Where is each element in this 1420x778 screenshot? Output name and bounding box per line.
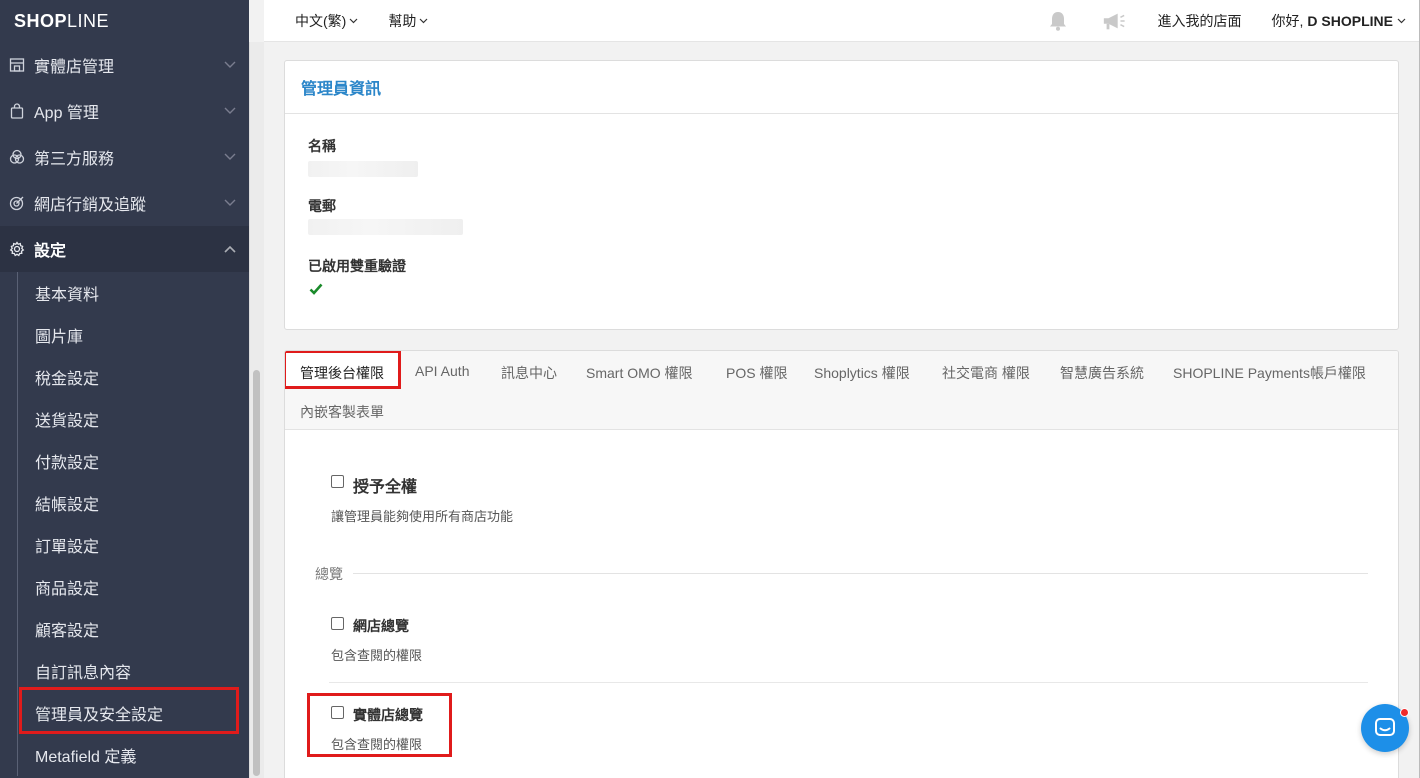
sidebar-item-label: 實體店管理 xyxy=(34,59,115,76)
sidebar-subitem-image-library[interactable]: 圖片庫 xyxy=(35,314,249,356)
email-value-redacted xyxy=(308,219,463,235)
sidebar-item-label: 第三方服務 xyxy=(34,151,115,168)
chat-icon xyxy=(1375,718,1395,736)
help-label: 幫助 xyxy=(388,12,417,29)
highlight-box-admin-security xyxy=(19,687,239,734)
online-overview-desc: 包含查閱的權限 xyxy=(331,648,423,663)
full-access-title: 授予全權 xyxy=(353,479,418,496)
language-label: 中文(繁) xyxy=(295,12,347,29)
sidebar-subitem-order[interactable]: 訂單設定 xyxy=(35,524,249,566)
tab-admin-permissions[interactable]: 管理後台權限 xyxy=(285,351,401,389)
circles-icon xyxy=(8,148,26,166)
chevron-down-icon xyxy=(223,58,237,72)
scrollbar-thumb[interactable] xyxy=(253,370,260,776)
sidebar-subitem-tax[interactable]: 稅金設定 xyxy=(35,356,249,398)
chevron-up-icon xyxy=(223,242,237,256)
tab-label: 管理後台權限 xyxy=(300,365,384,381)
sidebar-item-marketing[interactable]: 網店行銷及追蹤 xyxy=(0,180,249,226)
row-divider xyxy=(329,682,1368,683)
visit-store-link[interactable]: 進入我的店面 xyxy=(1158,11,1242,31)
two-factor-label: 已啟用雙重驗證 xyxy=(308,258,406,274)
full-access-checkbox[interactable] xyxy=(331,475,344,488)
tab-message-center[interactable]: 訊息中心 xyxy=(501,363,557,383)
gear-icon xyxy=(8,240,26,258)
sidebar-subitem-custom-message[interactable]: 自訂訊息內容 xyxy=(35,650,249,692)
sidebar-item-app[interactable]: App 管理 xyxy=(0,88,249,134)
sidebar-subitem-basic-info[interactable]: 基本資料 xyxy=(35,272,249,314)
language-dropdown[interactable]: 中文(繁) xyxy=(295,11,358,31)
bell-icon[interactable] xyxy=(1046,9,1070,33)
name-label: 名稱 xyxy=(308,138,336,154)
chevron-down-icon xyxy=(1397,18,1406,24)
bag-icon xyxy=(8,102,26,120)
section-overview-label: 總覽 xyxy=(315,566,343,582)
permission-tabs: 管理後台權限 API Auth 訊息中心 Smart OMO 權限 POS 權限… xyxy=(285,351,1398,430)
notification-dot xyxy=(1400,708,1409,717)
check-icon xyxy=(309,283,323,295)
logo-text-bold: SHOP xyxy=(14,10,68,31)
tab-smart-ads[interactable]: 智慧廣告系統 xyxy=(1060,363,1144,383)
user-menu[interactable]: 你好, D SHOPLINE xyxy=(1272,11,1406,31)
online-overview-title: 網店總覽 xyxy=(353,618,409,634)
tab-smart-omo[interactable]: Smart OMO 權限 xyxy=(586,363,693,383)
full-access-desc: 讓管理員能夠使用所有商店功能 xyxy=(331,509,514,524)
sidebar-item-settings[interactable]: 設定 xyxy=(0,226,249,272)
chevron-down-icon xyxy=(223,196,237,210)
chevron-down-icon xyxy=(419,18,428,24)
tab-shoplytics[interactable]: Shoplytics 權限 xyxy=(814,363,910,383)
sidebar-item-label: App 管理 xyxy=(34,105,99,122)
sidebar-item-third-party[interactable]: 第三方服務 xyxy=(0,134,249,180)
highlight-box-retail-overview xyxy=(307,693,452,757)
admin-info-title: 管理員資訊 xyxy=(285,61,1398,114)
sidebar-subitem-payment[interactable]: 付款設定 xyxy=(35,440,249,482)
megaphone-icon[interactable] xyxy=(1102,9,1126,33)
chevron-down-icon xyxy=(223,104,237,118)
admin-info-card: 管理員資訊 名稱 電郵 已啟用雙重驗證 xyxy=(284,60,1399,330)
section-divider xyxy=(353,573,1368,574)
tab-shopline-payments[interactable]: SHOPLINE Payments帳戶權限 xyxy=(1173,363,1366,383)
name-value-redacted xyxy=(308,161,418,177)
online-overview-checkbox[interactable] xyxy=(331,617,344,630)
user-name: D SHOPLINE xyxy=(1307,12,1393,29)
sidebar-subitem-delivery[interactable]: 送貨設定 xyxy=(35,398,249,440)
logo[interactable]: SHOPLINE xyxy=(0,0,249,42)
tab-embedded-form[interactable]: 內嵌客製表單 xyxy=(300,402,384,422)
greeting-text: 你好, xyxy=(1271,12,1304,29)
help-dropdown[interactable]: 幫助 xyxy=(388,11,428,31)
sidebar-subitem-product[interactable]: 商品設定 xyxy=(35,566,249,608)
chevron-down-icon xyxy=(223,150,237,164)
top-bar: 中文(繁) 幫助 進入我的店面 你好, D SHOPLINE xyxy=(264,0,1420,42)
sidebar-item-label: 網店行銷及追蹤 xyxy=(34,197,147,214)
store-icon xyxy=(8,56,26,74)
sidebar-subitem-metafield[interactable]: Metafield 定義 xyxy=(35,734,249,776)
sidebar-subitem-checkout[interactable]: 結帳設定 xyxy=(35,482,249,524)
tab-pos[interactable]: POS 權限 xyxy=(726,363,787,383)
sidebar-subitem-customer[interactable]: 顧客設定 xyxy=(35,608,249,650)
sidebar-item-retail-store[interactable]: 實體店管理 xyxy=(0,42,249,88)
tab-social-commerce[interactable]: 社交電商 權限 xyxy=(942,363,1030,383)
permissions-card: 管理後台權限 API Auth 訊息中心 Smart OMO 權限 POS 權限… xyxy=(284,350,1399,778)
main-content: 管理員資訊 名稱 電郵 已啟用雙重驗證 管理後台權限 API Auth 訊息中心… xyxy=(264,42,1420,778)
sidebar-item-label: 設定 xyxy=(34,243,67,260)
logo-text-thin: LINE xyxy=(67,10,110,31)
chevron-down-icon xyxy=(349,18,358,24)
target-icon xyxy=(8,194,26,212)
email-label: 電郵 xyxy=(308,198,336,214)
tab-api-auth[interactable]: API Auth xyxy=(415,363,469,379)
sidebar: SHOPLINE 實體店管理 App 管理 第三方服務 網店行銷及追蹤 設定 基… xyxy=(0,0,249,778)
